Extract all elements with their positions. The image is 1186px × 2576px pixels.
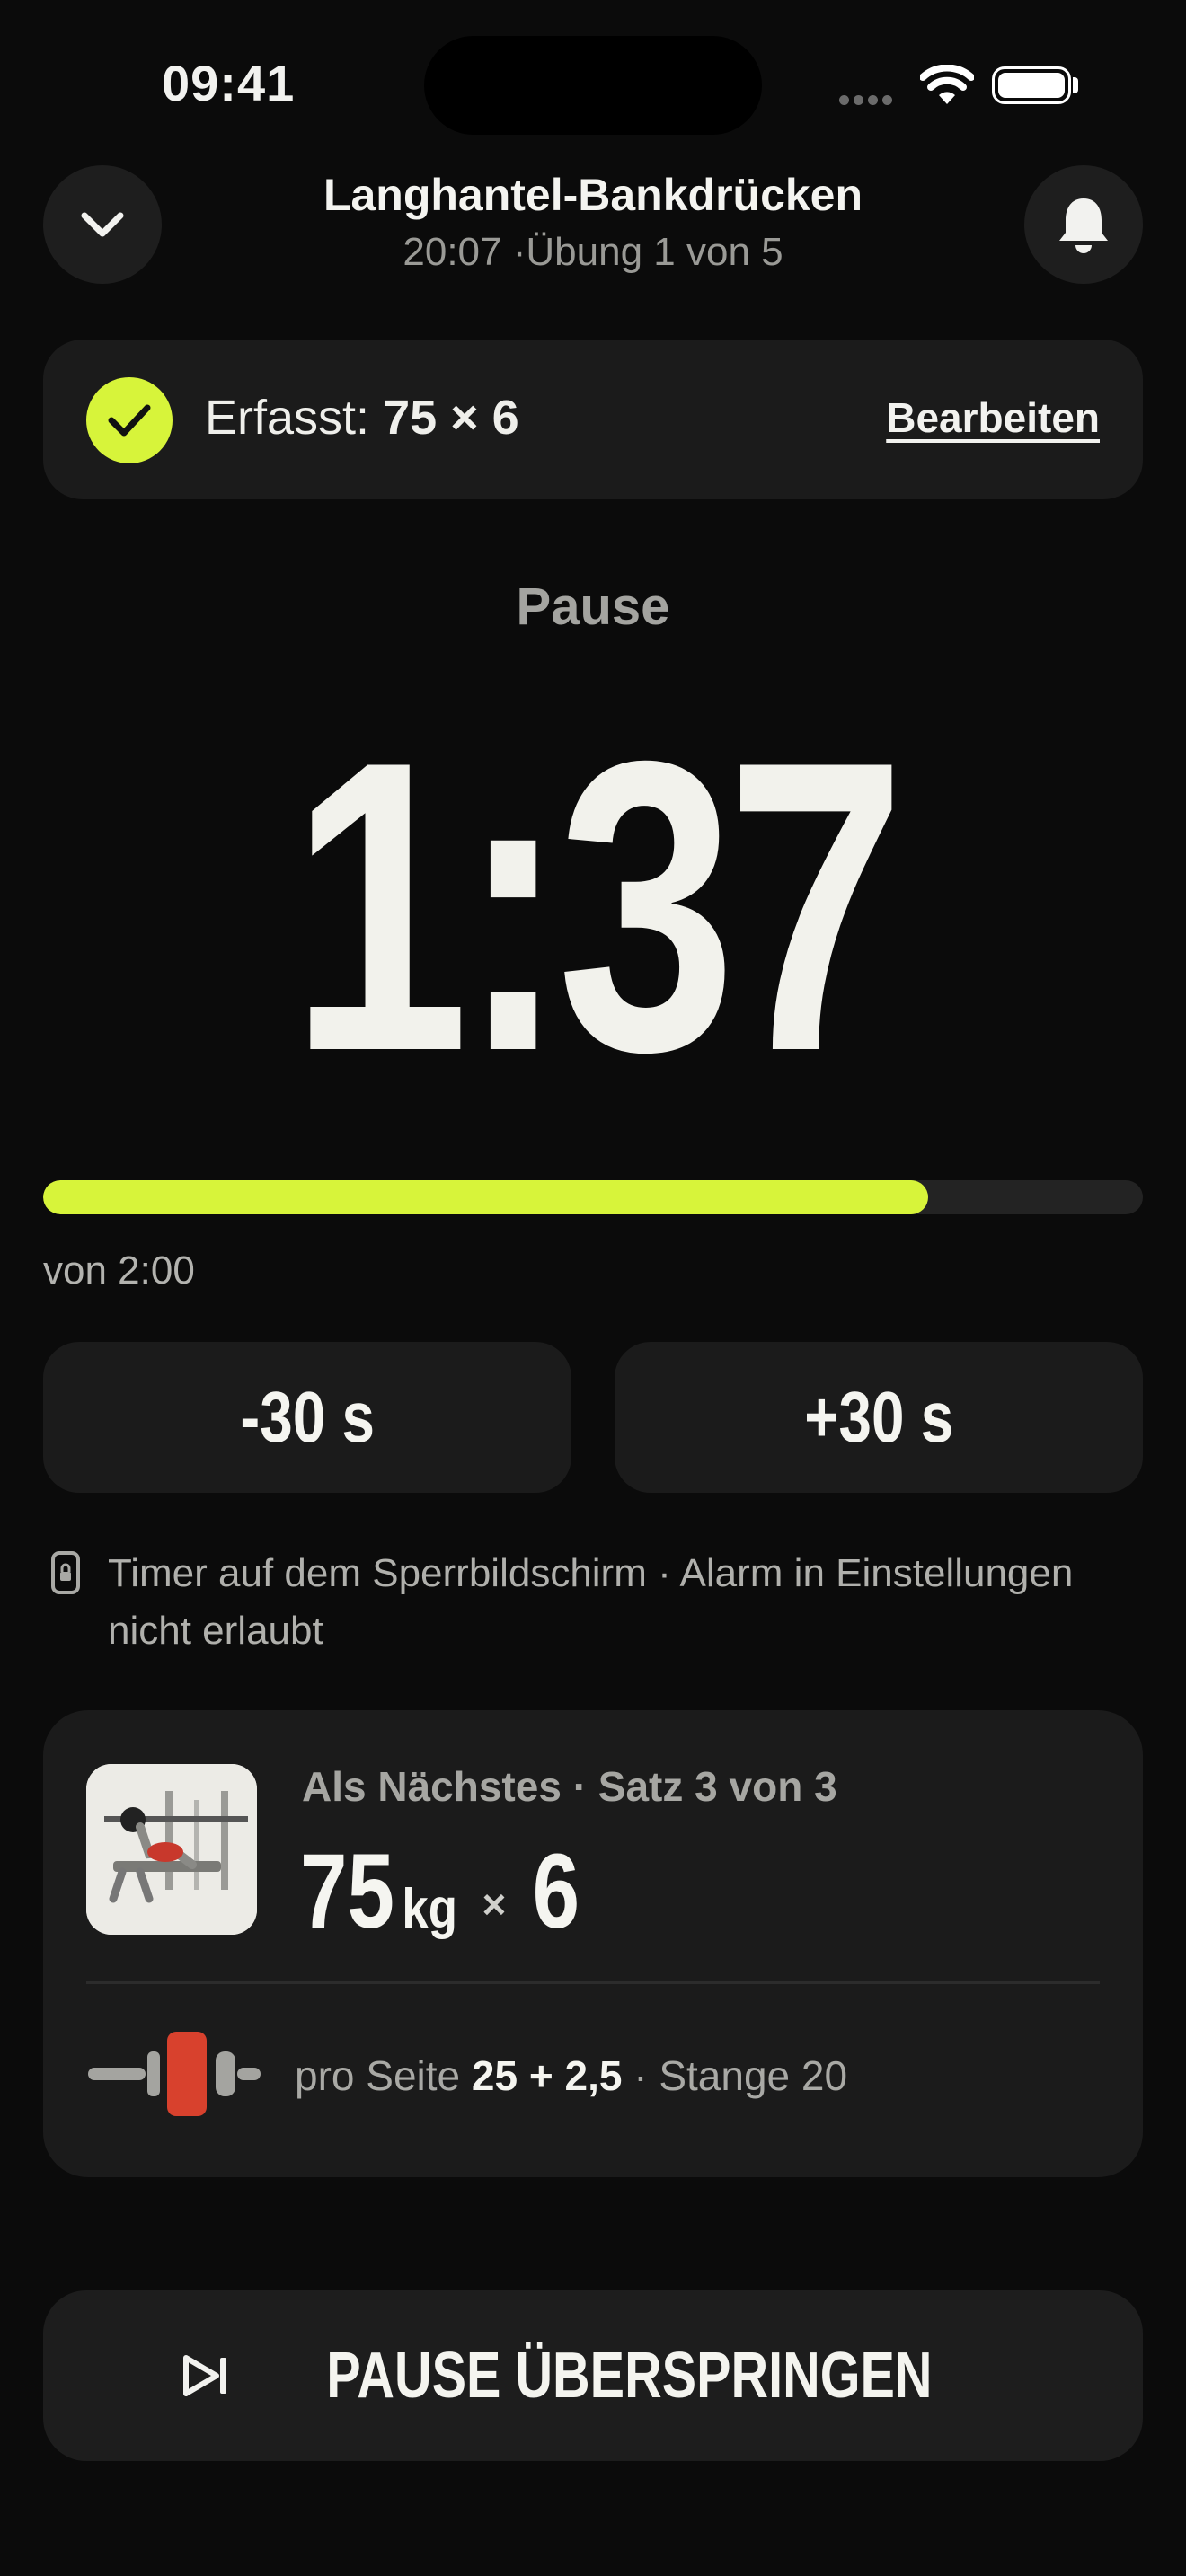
exercise-progress: Übung 1 von 5 [526,230,783,274]
plates-value: 25 + 2,5 [471,2052,623,2099]
battery-icon [992,66,1071,104]
minus-30s-button[interactable]: -30 s [43,1342,571,1493]
plus-30s-button[interactable]: +30 s [615,1342,1143,1493]
next-set-card: Als Nächstes · Satz 3 von 3 75 kg × 6 pr… [43,1710,1143,2177]
minus-30s-label: -30 s [240,1377,375,1457]
logged-value: 75 × 6 [383,391,519,445]
logged-summary: Erfasst: 75 × 6 [205,390,519,446]
skip-forward-icon [182,2355,226,2396]
lock-icon [50,1550,81,1600]
next-weight-unit: kg [402,1878,457,1940]
skip-rest-button[interactable]: PAUSE ÜBERSPRINGEN [43,2290,1143,2461]
times-symbol: × [482,1881,507,1928]
skip-rest-label: PAUSE ÜBERSPRINGEN [325,2340,933,2412]
barbell-icon [84,2025,264,2128]
notifications-button[interactable] [1024,165,1143,284]
next-reps-value: 6 [532,1832,580,1951]
status-time: 09:41 [162,55,296,111]
bar-info: · Stange 20 [633,2052,848,2099]
plates-info: pro Seite 25 + 2,5 · Stange 20 [295,2051,847,2100]
rest-timer: 1:37 [289,676,906,1137]
logged-prefix: Erfasst: [205,391,370,445]
edit-link[interactable]: Bearbeiten [886,393,1100,442]
bell-icon [1059,198,1108,253]
rest-label: Pause [516,578,670,636]
rest-total-label: von 2:00 [43,1248,195,1292]
next-set-target: 75 kg × 6 [300,1831,586,1951]
exercise-title: Langhantel-Bankdrücken [323,170,863,220]
plates-prefix: pro Seite [295,2052,461,2099]
cellular-signal-icon [839,93,902,105]
rest-progress-fill [43,1180,929,1214]
card-divider [86,1981,1100,1984]
wifi-icon [919,64,975,110]
battery-tip [1073,77,1078,93]
checkmark-icon [108,404,151,437]
rest-progress-track [43,1180,1143,1214]
next-set-heading: Als Nächstes · Satz 3 von 3 [302,1763,837,1810]
next-weight-value: 75 [300,1832,395,1951]
elapsed-time: 20:07 [403,230,502,274]
plus-30s-label: +30 s [803,1377,953,1457]
checkmark-badge [86,377,173,463]
exercise-thumbnail [86,1764,257,1935]
workout-subtitle: 20:07 ·Übung 1 von 5 [403,230,783,274]
logged-set-card: Erfasst: 75 × 6 Bearbeiten [43,340,1143,499]
lock-screen-info: Timer auf dem Sperrbildschirm · Alarm in… [108,1551,1074,1653]
dynamic-island [424,36,762,135]
